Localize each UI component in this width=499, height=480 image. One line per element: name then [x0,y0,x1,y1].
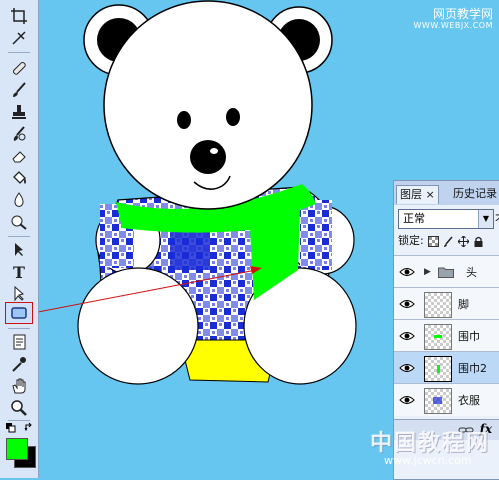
layer-name: 围巾 [458,330,480,343]
lock-label: 锁定: [398,234,424,247]
eraser-tool-icon[interactable] [6,146,32,166]
layer-row-group-head[interactable]: ▶ 头 [394,255,499,288]
default-colors-icon[interactable] [6,423,16,433]
dodge-tool-icon[interactable] [6,212,32,232]
eyedropper-tool-icon[interactable] [6,354,32,374]
shirt-sleeve-right [300,200,332,270]
path-selection-tool-icon[interactable] [6,240,32,260]
tab-layers[interactable]: 图层 × [396,185,439,204]
type-tool-icon[interactable]: T [6,262,32,282]
layer-row-feet[interactable]: 脚 [394,287,499,320]
chevron-down-icon[interactable]: ▼ [478,210,493,228]
watermark-top-url: WWW.WEBJX.COM [413,21,493,30]
swap-colors-icon[interactable] [24,422,34,432]
healing-brush-tool-icon[interactable] [6,58,32,78]
history-brush-tool-icon[interactable] [6,124,32,144]
foreground-color-swatch[interactable] [6,438,28,460]
watermark-bottom: 中国教程网 www.jcwcn.com [370,425,498,475]
paint-bucket-tool-icon[interactable] [6,168,32,188]
bear-head [103,0,313,210]
slice-tool-icon[interactable] [6,28,32,48]
tab-history[interactable]: 历史记录 [450,185,499,203]
watermark-top: 网页教学网 WWW.WEBJX.COM [413,7,493,31]
layer-row-clothes[interactable]: 衣服 [394,383,499,416]
lock-image-icon[interactable] [443,236,454,247]
panel-tabs: 图层 × 历史记录 [394,181,499,205]
layer-thumbnail [424,356,452,382]
layer-name: 头 [466,266,477,279]
bear-left-leg [77,267,199,385]
rectangle-shape-tool-icon[interactable] [5,302,33,324]
expand-triangle-icon[interactable]: ▶ [424,267,431,277]
notes-tool-icon[interactable] [6,332,32,352]
eye-icon[interactable] [399,298,415,310]
layer-thumbnail [424,324,452,350]
zoom-tool-icon[interactable] [6,398,32,418]
hand-tool-icon[interactable] [6,376,32,396]
layer-name: 围巾2 [458,362,487,375]
eye-icon[interactable] [399,394,415,406]
direct-selection-tool-icon[interactable] [6,284,32,304]
eye-icon[interactable] [399,362,415,374]
layer-name: 脚 [458,298,469,311]
layer-row-scarf[interactable]: 围巾 [394,319,499,352]
opacity-label: 不 [495,211,499,227]
lock-transparent-icon[interactable] [427,235,439,247]
eye-icon[interactable] [399,330,415,342]
watermark-top-title: 网页教学网 [432,7,493,21]
blur-tool-icon[interactable] [6,190,32,210]
close-icon[interactable]: × [426,188,435,201]
clone-stamp-tool-icon[interactable] [6,102,32,122]
brush-tool-icon[interactable] [6,80,32,100]
layer-thumbnail [424,388,452,414]
lock-all-icon[interactable] [473,236,484,247]
layer-name: 衣服 [458,394,480,407]
watermark-bottom-title: 中国教程网 [370,431,491,456]
blend-mode-value: 正常 [403,212,425,225]
lock-row: 锁定: [398,233,484,249]
eye-icon[interactable] [399,266,415,278]
watermark-bottom-url: www.jcwcn.com [384,454,472,467]
layer-row-scarf2[interactable]: 围巾2 [394,351,499,384]
lock-position-icon[interactable] [457,235,469,247]
layer-thumbnail [424,292,452,318]
blend-mode-select[interactable]: 正常 ▼ [398,209,494,229]
crop-tool-icon[interactable] [6,6,32,26]
folder-icon [438,267,454,278]
tools-panel: T [0,0,39,478]
